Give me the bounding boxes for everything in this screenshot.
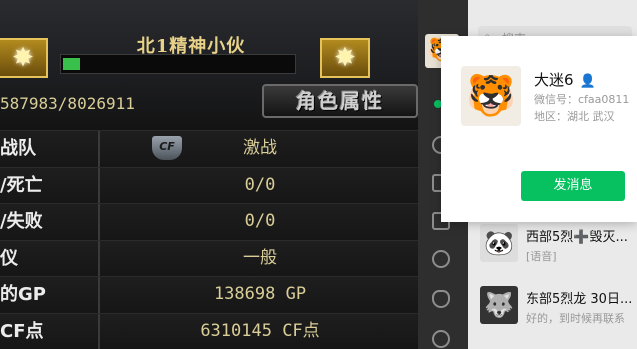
send-message-button[interactable]: 发消息 [521,171,625,201]
chat-avatar: 🐼 [480,224,518,262]
stat-row: 战队 CF 激战 [0,130,418,167]
contact-card: 🐯 大迷6 👤 微信号：cfaa0811 地区：湖北 武汉 发消息 [441,36,637,222]
chat-avatar: 🐺 [480,286,518,324]
mini-programs-icon[interactable] [432,330,450,348]
chat-preview: [语音] [526,250,557,263]
stat-value: 激战 [243,138,277,158]
stat-label: /死亡 [0,167,100,203]
stat-label: /失败 [0,204,100,240]
contact-avatar[interactable]: 🐯 [461,66,521,126]
stat-row: 的GP 138698 GP [0,276,418,313]
stat-value: 一般 [243,247,277,268]
stat-label: 战队 [0,131,100,167]
stat-label: 仪 [0,240,100,276]
chat-preview: 好的，到时候再联系 [526,312,625,325]
exp-bar-fill [63,58,80,70]
chat-item[interactable]: 🐺 东部5烈龙 30日... 好的，到时候再联系 [468,278,637,334]
contact-name: 大迷6 👤 [534,69,596,90]
chat-title: 西部5烈➕毁灭... [526,230,628,245]
next-rank-badge-icon: ✸ [320,38,370,78]
gender-icon: 👤 [579,74,596,89]
stat-row: 仪 一般 [0,239,418,276]
stat-value: 138698 GP [213,284,307,304]
character-attributes-button[interactable]: 角色属性 [262,84,418,118]
contact-name-text: 大迷6 [534,71,574,89]
stat-value: 0/0 [244,211,276,231]
channels-icon[interactable] [432,290,450,308]
stat-row: /死亡 0/0 [0,166,418,203]
exp-bar [60,54,296,74]
stat-value: 0/0 [244,174,276,195]
moments-icon[interactable] [432,250,450,268]
stat-value: 6310145 CF点 [200,320,320,341]
stats-table: 战队 CF 激战 /死亡 0/0 /失败 0/0 仪 一般 的GP 138698… [0,130,418,349]
chat-item[interactable]: 🐼 西部5烈➕毁灭... [语音] [468,216,637,272]
stat-row: /失败 0/0 [0,203,418,240]
rank-badge-icon: ✸ [0,38,48,78]
exp-text: 587983/8026911 [0,94,135,113]
stat-label: CF点 [0,313,100,349]
contact-wechat-id: 微信号：cfaa0811 [534,93,630,106]
contact-region: 地区：湖北 武汉 [534,110,615,123]
stat-row: CF点 6310145 CF点 [0,312,418,349]
chat-title: 东部5烈龙 30日... [526,292,633,307]
stat-label: 的GP [0,277,100,313]
game-window: ✸ 北1精神小伙 ✸ 587983/8026911 角色属性 战队 CF 激战 … [0,0,418,349]
